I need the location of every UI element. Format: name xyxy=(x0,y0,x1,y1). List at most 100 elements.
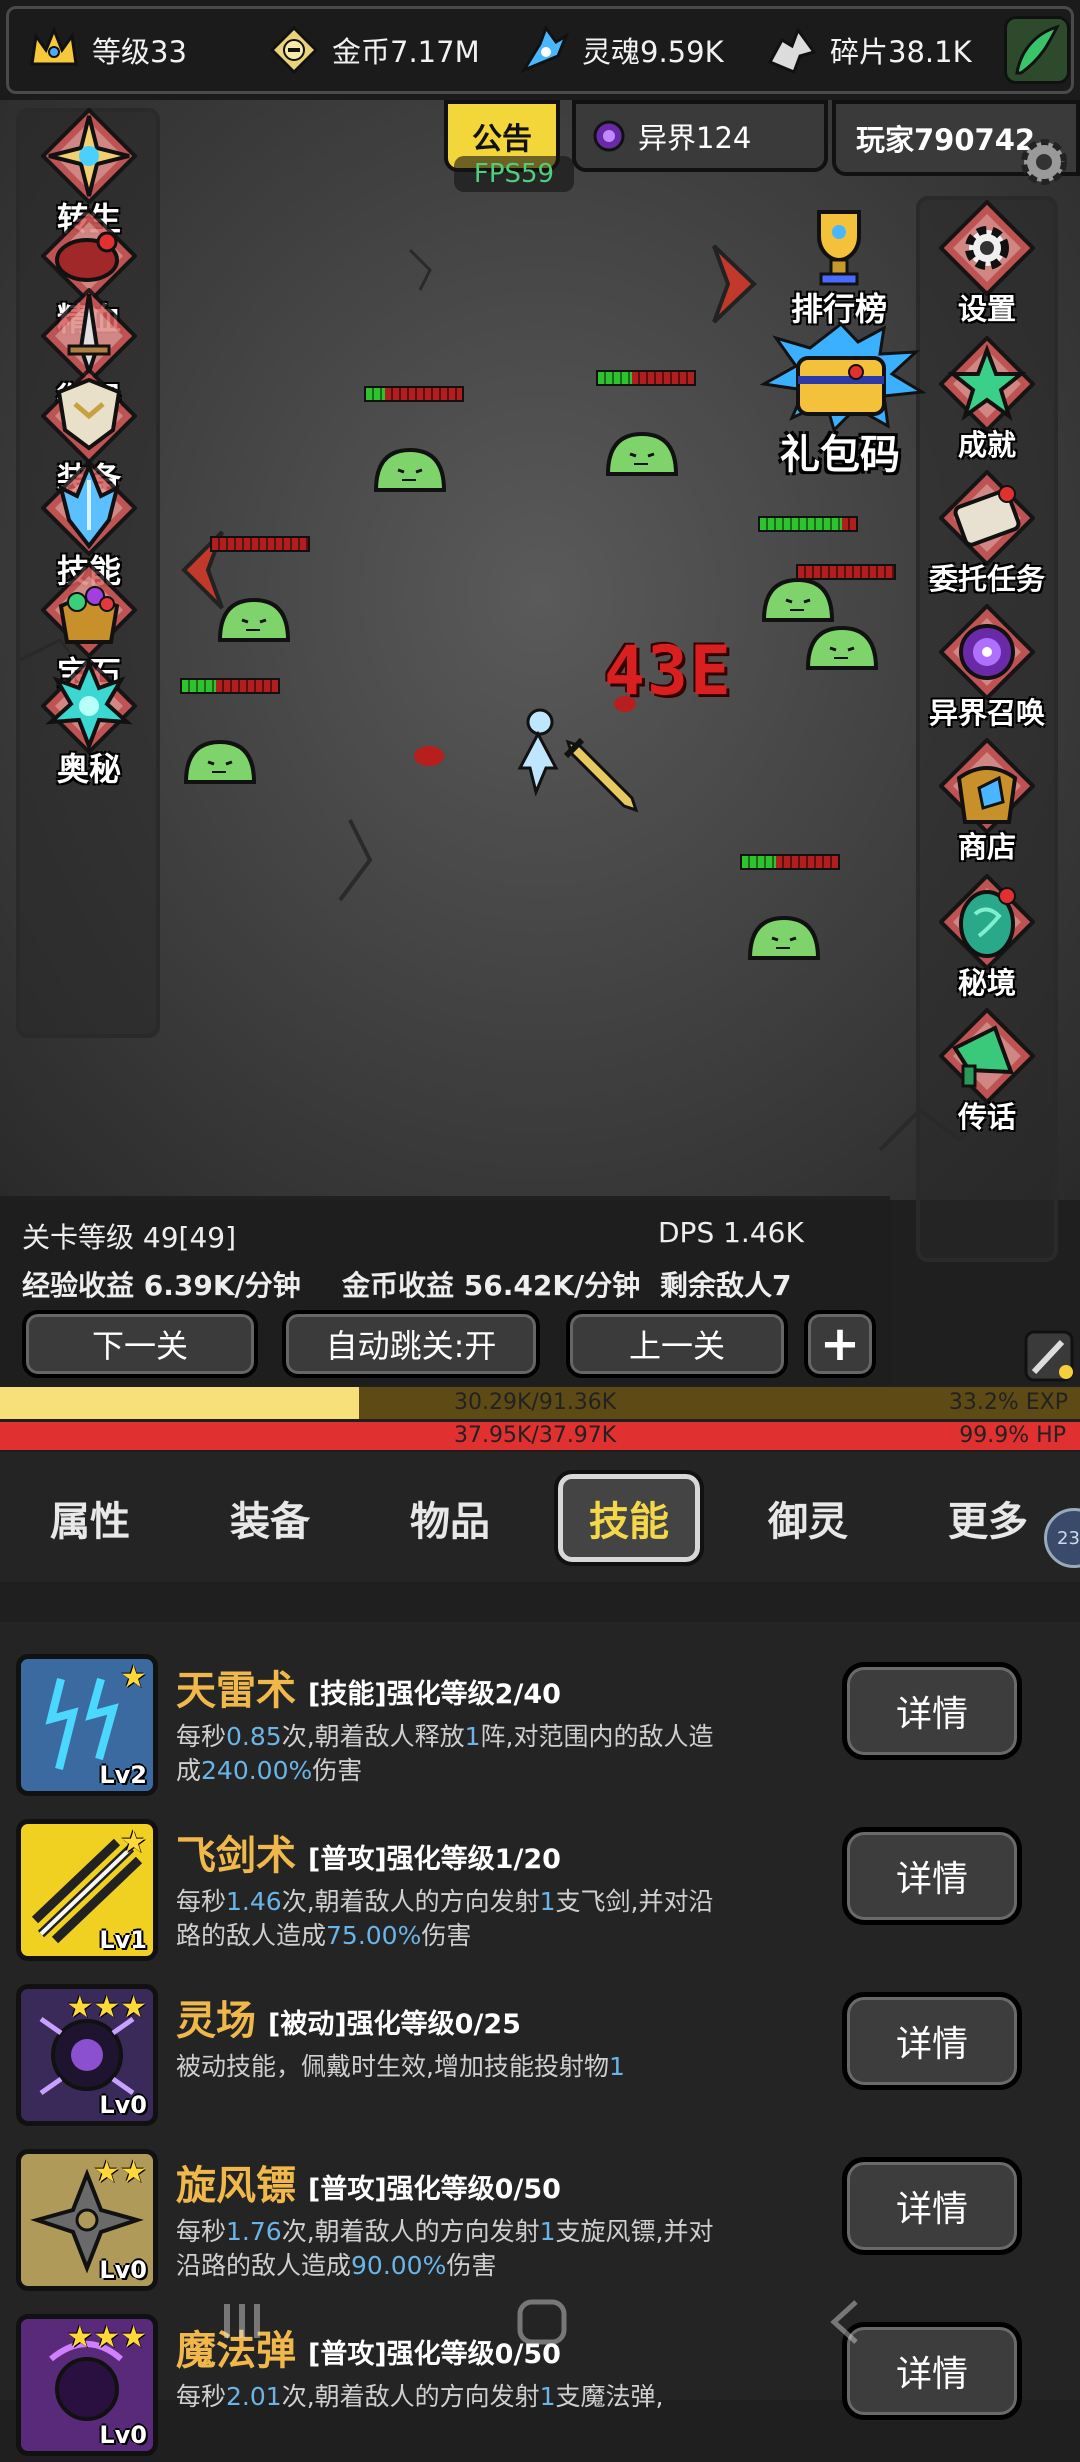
skill-description: 每秒0.85次,朝着敌人释放1阵,对范围内的敌人造成240.00%伤害 xyxy=(176,1720,736,1788)
blood-splat xyxy=(414,746,444,766)
skill-type-level: [普攻]强化等级1/20 xyxy=(308,1844,561,1875)
monster-hp-bar xyxy=(796,564,896,580)
gift-code-button[interactable]: 礼包码 xyxy=(756,321,927,478)
back-icon[interactable] xyxy=(820,2296,870,2348)
gem-bag-icon xyxy=(41,562,137,658)
megaphone-icon xyxy=(939,1008,1035,1104)
flying-sword-projectile xyxy=(563,737,639,813)
skill-detail-button[interactable]: 详情 xyxy=(842,2157,1022,2255)
otherworld-tab[interactable]: 异界124 xyxy=(572,100,828,172)
skill-detail-button[interactable]: 详情 xyxy=(842,1992,1022,2090)
skill-desc-part: 0.85 xyxy=(226,1722,282,1751)
recent-apps-icon[interactable] xyxy=(212,2296,272,2346)
player-name: 玩家790742 xyxy=(856,123,1036,157)
menu-broadcast-button[interactable]: 传话 xyxy=(922,1008,1052,1136)
auto-skip-toggle[interactable]: 自动跳关:开 xyxy=(282,1310,540,1378)
skill-desc-part: 每秒 xyxy=(176,1887,227,1916)
skill-crystal-icon xyxy=(41,460,137,556)
tab-more[interactable]: 更多 xyxy=(918,1474,1058,1562)
skill-type-level: [技能]强化等级2/40 xyxy=(308,1679,561,1710)
leaderboard-button[interactable]: 排行榜 xyxy=(774,198,904,330)
menu-secret-realm-label: 秘境 xyxy=(957,966,1016,1000)
next-stage-button[interactable]: 下一关 xyxy=(22,1310,258,1378)
skill-row: ★ Lv2 天雷术 [技能]强化等级2/40 每秒0.85次,朝着敌人释放1阵,对范围内… xyxy=(0,1638,1080,1802)
skill-level-badge: Lv2 xyxy=(99,1761,147,1789)
monster-hp-empty xyxy=(631,372,694,384)
skill-description: 被动技能，佩戴时生效,增加技能投射物1 xyxy=(176,2050,736,2084)
level-resource: 等级33 xyxy=(26,14,187,86)
exp-bar-fill xyxy=(0,1387,359,1419)
monster-hp-bar xyxy=(740,854,840,870)
slime-monster xyxy=(805,625,879,670)
skill-icon-frame[interactable]: ★★★ Lv0 xyxy=(16,1984,158,2126)
next-area-arrow-icon[interactable] xyxy=(708,242,758,326)
skill-name: 飞剑术 xyxy=(176,1833,296,1879)
tab-skills[interactable]: 技能 xyxy=(554,1470,704,1566)
skill-name: 灵场 xyxy=(176,1998,256,2044)
crown-icon xyxy=(26,22,82,78)
soul-text: 灵魂9.59K xyxy=(582,35,724,69)
monster-hp-empty xyxy=(385,388,462,400)
menu-shop-button[interactable]: 商店 xyxy=(922,738,1052,866)
slime-monster xyxy=(761,577,835,622)
tab-spirits[interactable]: 御灵 xyxy=(738,1474,878,1562)
slime-monster xyxy=(217,597,291,642)
summon-portal-icon xyxy=(939,604,1035,700)
exp-text: 30.29K/91.36K xyxy=(454,1390,617,1415)
monster-hp-bar xyxy=(758,516,858,532)
auto-attack-sword-icon[interactable] xyxy=(1024,1328,1076,1384)
skill-detail-button[interactable]: 详情 xyxy=(842,1662,1022,1760)
menu-quests-button[interactable]: 委托任务 xyxy=(922,470,1052,598)
menu-summon-button[interactable]: 异界召唤 xyxy=(922,604,1052,732)
skill-icon-frame[interactable]: ★ Lv2 xyxy=(16,1654,158,1796)
monster-hp-empty xyxy=(212,538,308,550)
skill-desc-part: 次,朝着敌人释放 xyxy=(281,1722,465,1751)
monster-hp-bar xyxy=(180,678,280,694)
trophy-icon xyxy=(817,210,861,286)
arcane-flame-icon xyxy=(41,658,137,754)
floating-assist-count: 23 xyxy=(1057,1527,1080,1549)
skill-icon-frame[interactable]: ★ Lv1 xyxy=(16,1819,158,1961)
menu-secret-realm-button[interactable]: 秘境 xyxy=(922,874,1052,1002)
exp-percent: 33.2% EXP xyxy=(948,1390,1068,1415)
home-icon[interactable] xyxy=(512,2296,572,2348)
add-button[interactable]: + xyxy=(804,1310,876,1378)
skill-desc-part: 1.76 xyxy=(226,2217,282,2246)
bottom-tabs: 属性 装备 物品 技能 御灵 更多 xyxy=(0,1452,1080,1582)
skill-desc-part: 伤害 xyxy=(312,1756,363,1785)
skill-stars: ★★★ xyxy=(66,2320,147,2355)
skill-row: ★★ Lv0 旋风镖 [普攻]强化等级0/50 每秒1.76次,朝着敌人的方向发射1支旋… xyxy=(0,2133,1080,2297)
skill-desc-part: 90.00% xyxy=(351,2251,447,2280)
tab-equipment[interactable]: 装备 xyxy=(200,1474,340,1562)
skill-icon-frame[interactable]: ★★★ Lv0 xyxy=(16,2314,158,2456)
tab-attributes[interactable]: 属性 xyxy=(20,1474,160,1562)
menu-achievements-button[interactable]: 成就 xyxy=(922,336,1052,464)
skill-desc-part: 1 xyxy=(464,1722,481,1751)
monster-hp-fill xyxy=(598,372,632,384)
monster-hp-bar xyxy=(364,386,464,402)
menu-settings-button[interactable]: 设置 xyxy=(922,200,1052,328)
prev-stage-button[interactable]: 上一关 xyxy=(566,1310,788,1378)
skill-stars: ★ xyxy=(120,1660,147,1695)
skill-icon-frame[interactable]: ★★ Lv0 xyxy=(16,2149,158,2291)
stage-level: 关卡等级 49[49] xyxy=(22,1221,237,1254)
menu-arcana-button[interactable]: 奥秘 xyxy=(24,658,154,790)
fragment-text: 碎片38.1K xyxy=(830,35,972,69)
leaf-icon xyxy=(1015,24,1060,75)
skill-detail-button[interactable]: 详情 xyxy=(842,1827,1022,1925)
skill-desc-part: 次,朝着敌人的方向发射 xyxy=(281,1887,540,1916)
skill-desc-part: 75.00% xyxy=(326,1921,422,1950)
skill-stars: ★ xyxy=(120,1825,147,1860)
skill-name: 天雷术 xyxy=(176,1668,296,1714)
skill-desc-part: 1 xyxy=(539,1887,556,1916)
gold-resource: 金币7.17M xyxy=(266,14,480,86)
announcement-label: 公告 xyxy=(472,122,532,157)
quick-skill-button[interactable] xyxy=(1004,16,1070,84)
otherworld-label: 异界124 xyxy=(638,121,752,155)
skill-description: 每秒1.46次,朝着敌人的方向发射1支飞剑,并对沿路的敌人造成75.00%伤害 xyxy=(176,1885,736,1953)
settings-gear-icon[interactable] xyxy=(1012,130,1076,194)
skill-desc-part: 1 xyxy=(539,2382,556,2411)
monster-hp-fill xyxy=(742,856,776,868)
tab-items[interactable]: 物品 xyxy=(380,1474,520,1562)
skill-desc-part: 伤害 xyxy=(446,2251,497,2280)
